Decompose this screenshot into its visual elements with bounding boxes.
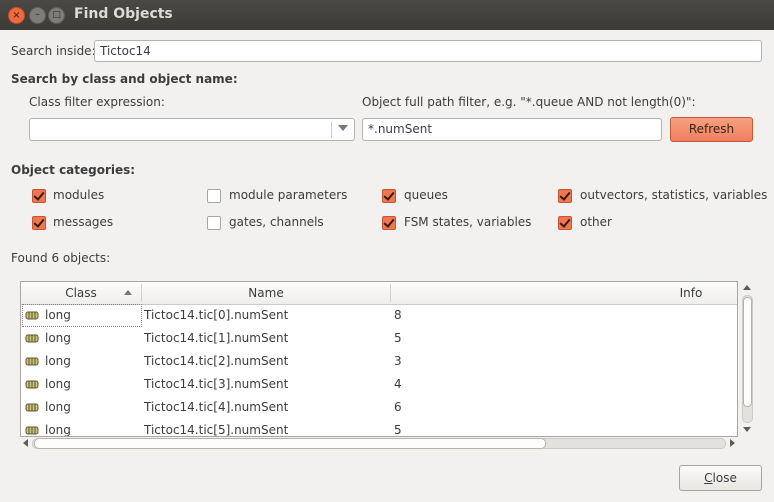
label-other: other: [580, 215, 612, 229]
column-header-class[interactable]: Class: [21, 282, 141, 304]
horizontal-scroll-thumb[interactable]: [34, 438, 546, 449]
combo-separator: [331, 122, 332, 138]
path-filter-label: Object full path filter, e.g. "*.queue A…: [362, 95, 696, 109]
scroll-right-icon[interactable]: [730, 439, 735, 447]
class-filter-label: Class filter expression:: [29, 95, 165, 109]
results-table[interactable]: Class Name Info long Tictoc14.tic[0].num…: [20, 281, 738, 437]
cell-name: Tictoc14.tic[1].numSent: [144, 331, 289, 345]
scroll-left-icon[interactable]: [23, 439, 28, 447]
window-maximize-button[interactable]: □: [48, 7, 65, 24]
refresh-button[interactable]: Refresh: [670, 117, 753, 142]
checkbox-gates-channels[interactable]: [207, 216, 221, 230]
path-filter-input[interactable]: *.numSent: [362, 118, 662, 141]
categories-title: Object categories:: [11, 163, 136, 177]
cell-class: long: [45, 308, 71, 322]
cell-name: Tictoc14.tic[3].numSent: [144, 377, 289, 391]
table-row[interactable]: long Tictoc14.tic[4].numSent 6: [21, 396, 737, 419]
column-header-name[interactable]: Name: [142, 282, 390, 304]
cell-name: Tictoc14.tic[0].numSent: [144, 308, 289, 322]
label-queues: queues: [404, 188, 448, 202]
checkbox-queues[interactable]: [382, 189, 396, 203]
checkbox-messages[interactable]: [32, 216, 46, 230]
cell-name: Tictoc14.tic[5].numSent: [144, 423, 289, 437]
cell-class: long: [45, 354, 71, 368]
title-bar: × – □ Find Objects: [0, 0, 774, 30]
close-button[interactable]: Close: [679, 465, 762, 491]
table-row[interactable]: long Tictoc14.tic[5].numSent 5: [21, 419, 737, 437]
label-gates-channels: gates, channels: [229, 215, 324, 229]
found-count-label: Found 6 objects:: [11, 251, 111, 265]
cell-name: Tictoc14.tic[2].numSent: [144, 354, 289, 368]
close-icon: ×: [12, 10, 21, 21]
object-icon: [25, 403, 39, 412]
minimize-icon: –: [35, 9, 40, 20]
checkbox-outvectors[interactable]: [558, 189, 572, 203]
vertical-scroll-thumb[interactable]: [743, 297, 752, 407]
scroll-down-icon[interactable]: [743, 427, 751, 432]
checkbox-module-parameters[interactable]: [207, 189, 221, 203]
column-header-info[interactable]: Info: [621, 282, 737, 304]
object-icon: [25, 357, 39, 366]
table-header: Class Name Info: [21, 282, 737, 305]
label-fsm-states: FSM states, variables: [404, 215, 532, 229]
window-title: Find Objects: [74, 6, 173, 22]
search-inside-input[interactable]: Tictoc14: [94, 40, 762, 62]
label-module-parameters: module parameters: [229, 188, 348, 202]
maximize-icon: □: [52, 10, 61, 20]
table-row[interactable]: long Tictoc14.tic[2].numSent 3: [21, 350, 737, 373]
object-icon: [25, 311, 39, 320]
vertical-scrollbar[interactable]: [741, 281, 754, 437]
class-filter-combo[interactable]: [29, 118, 355, 141]
cell-class: long: [45, 400, 71, 414]
cell-info: 5: [394, 423, 402, 437]
table-row[interactable]: long Tictoc14.tic[1].numSent 5: [21, 327, 737, 350]
label-messages: messages: [53, 215, 114, 229]
label-outvectors: outvectors, statistics, variables: [580, 188, 768, 202]
cell-info: 3: [394, 354, 402, 368]
cell-info: 8: [394, 308, 402, 322]
scroll-up-icon[interactable]: [743, 285, 751, 290]
window-minimize-button[interactable]: –: [29, 7, 46, 24]
focus-cell: [22, 304, 142, 327]
object-icon: [25, 380, 39, 389]
cell-class: long: [45, 331, 71, 345]
table-row[interactable]: long Tictoc14.tic[3].numSent 4: [21, 373, 737, 396]
cell-class: long: [45, 423, 71, 437]
checkbox-modules[interactable]: [32, 189, 46, 203]
table-row[interactable]: long Tictoc14.tic[0].numSent 8: [21, 304, 737, 327]
cell-info: 4: [394, 377, 402, 391]
label-modules: modules: [53, 188, 105, 202]
cell-class: long: [45, 377, 71, 391]
checkbox-other[interactable]: [558, 216, 572, 230]
search-section-title: Search by class and object name:: [11, 72, 238, 86]
checkbox-fsm-states[interactable]: [382, 216, 396, 230]
horizontal-scrollbar[interactable]: [20, 437, 738, 450]
search-inside-label: Search inside:: [11, 44, 96, 58]
chevron-down-icon[interactable]: [338, 125, 348, 131]
object-icon: [25, 334, 39, 343]
cell-name: Tictoc14.tic[4].numSent: [144, 400, 289, 414]
close-mnemonic: C: [704, 471, 713, 485]
window-close-button[interactable]: ×: [8, 7, 25, 24]
cell-info: 5: [394, 331, 402, 345]
cell-info: 6: [394, 400, 402, 414]
sort-ascending-icon: [124, 290, 132, 295]
object-icon: [25, 426, 39, 435]
column-divider[interactable]: [390, 284, 391, 302]
